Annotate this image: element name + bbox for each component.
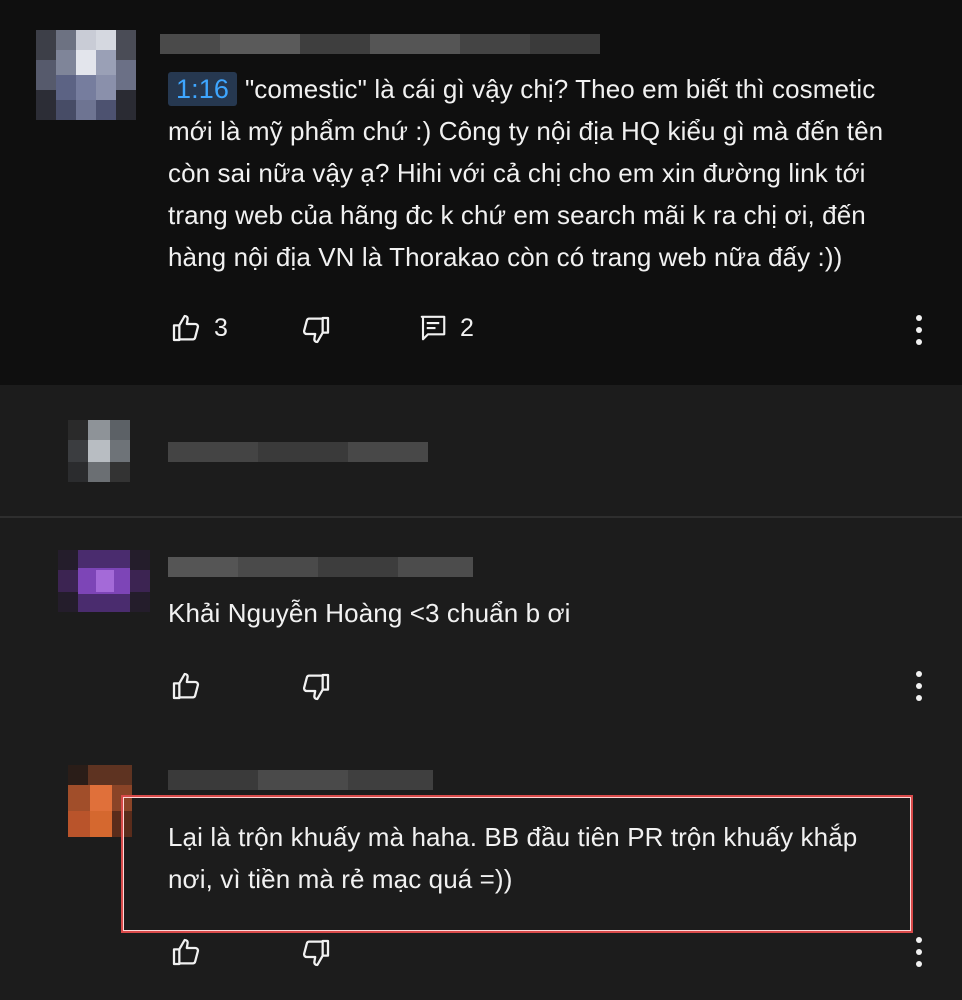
thumbs-down-icon	[302, 673, 330, 701]
dislike-button[interactable]	[300, 671, 332, 703]
reply-count: 2	[460, 313, 474, 342]
like-button[interactable]	[170, 670, 202, 702]
comment-icon	[420, 315, 446, 341]
comment-text: Lại là trộn khuấy mà haha. BB đầu tiên P…	[168, 822, 858, 894]
more-vert-icon[interactable]	[914, 671, 924, 701]
collapsed-reply-row[interactable]	[0, 385, 962, 517]
author-name[interactable]	[168, 770, 433, 790]
dislike-button[interactable]	[300, 937, 332, 969]
thumbs-down-icon	[302, 939, 330, 967]
author-name[interactable]	[168, 557, 473, 577]
avatar[interactable]	[58, 550, 150, 612]
avatar[interactable]	[36, 30, 136, 120]
comment-text: Khải Nguyễn Hoàng <3 chuẩn b ơi	[168, 598, 571, 628]
like-count: 3	[214, 313, 228, 342]
reply-preview[interactable]	[168, 442, 428, 462]
dislike-button[interactable]	[300, 314, 332, 346]
divider	[0, 516, 962, 518]
more-vert-icon[interactable]	[914, 315, 924, 345]
avatar[interactable]	[68, 420, 130, 482]
comment-text: 1:16 "comestic" là cái gì vậy chị? Theo e…	[168, 72, 884, 272]
thumbs-down-icon	[302, 316, 330, 344]
like-button[interactable]: 3	[170, 312, 228, 344]
thumbs-up-icon	[172, 938, 200, 966]
thumbs-up-icon	[172, 672, 200, 700]
author-name[interactable]	[160, 34, 600, 54]
more-vert-icon[interactable]	[914, 937, 924, 967]
thumbs-up-icon	[172, 314, 200, 342]
timestamp-link[interactable]: 1:16	[168, 72, 237, 106]
like-button[interactable]	[170, 936, 202, 968]
reply-button[interactable]: 2	[418, 312, 474, 344]
